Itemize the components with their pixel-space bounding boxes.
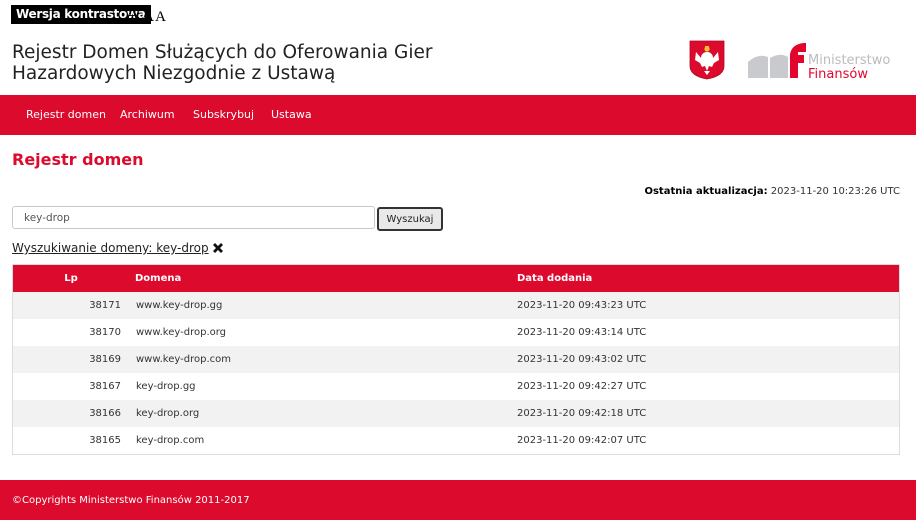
cell-domain: key-drop.gg <box>136 381 196 392</box>
font-size-large-button[interactable]: A <box>125 2 140 26</box>
domain-table: Lp Domena Data dodania 38171 www.key-dro… <box>12 264 900 455</box>
cell-domain: key-drop.org <box>136 408 200 419</box>
cell-domain: key-drop.com <box>136 435 205 446</box>
nav-item-subskrybuj[interactable]: Subskrybuj <box>193 95 254 135</box>
search-result-label[interactable]: Wyszukiwanie domeny: key-drop <box>12 241 209 255</box>
table-row: 38165 key-drop.com 2023-11-20 09:42:07 U… <box>13 427 899 454</box>
font-size-controls: AAA <box>125 2 166 27</box>
ministry-finance-logo-icon <box>748 43 806 78</box>
cell-domain: www.key-drop.org <box>136 327 227 338</box>
cell-lp: 38167 <box>89 381 121 392</box>
ministry-line-1: Ministerstwo <box>808 53 891 68</box>
table-row: 38169 www.key-drop.com 2023-11-20 09:43:… <box>13 346 899 373</box>
cell-lp: 38171 <box>89 300 121 311</box>
table-row: 38166 key-drop.org 2023-11-20 09:42:18 U… <box>13 400 899 427</box>
last-update-label: Ostatnia aktualizacja: <box>644 186 768 197</box>
footer: ©Copyrights Ministerstwo Finansów 2011-2… <box>0 480 916 520</box>
table-row: 38170 www.key-drop.org 2023-11-20 09:43:… <box>13 319 899 346</box>
nav-item-archiwum[interactable]: Archiwum <box>120 95 175 135</box>
cell-domain: www.key-drop.gg <box>136 300 223 311</box>
table-header-row: Lp Domena Data dodania <box>13 265 899 292</box>
cell-lp: 38169 <box>89 354 121 365</box>
font-size-medium-button[interactable]: A <box>141 5 154 25</box>
cell-date: 2023-11-20 09:42:18 UTC <box>517 408 647 419</box>
polish-eagle-emblem-icon <box>689 40 725 80</box>
table-row: 38171 www.key-drop.gg 2023-11-20 09:43:2… <box>13 292 899 319</box>
cell-lp: 38166 <box>89 408 121 419</box>
ministry-line-2: Finansów <box>808 67 868 82</box>
cell-date: 2023-11-20 09:43:02 UTC <box>517 354 647 365</box>
page-title: Rejestr domen <box>12 150 144 169</box>
column-header-date: Data dodania <box>517 273 593 284</box>
font-size-small-button[interactable]: A <box>155 9 166 25</box>
accessibility-bar: Wersja kontrastowa AAA <box>0 0 916 30</box>
cell-date: 2023-11-20 09:43:14 UTC <box>517 327 647 338</box>
table-row: 38167 key-drop.gg 2023-11-20 09:42:27 UT… <box>13 373 899 400</box>
cell-lp: 38165 <box>89 435 121 446</box>
cell-domain: www.key-drop.com <box>136 354 231 365</box>
last-update-value: 2023-11-20 10:23:26 UTC <box>770 186 900 197</box>
nav-item-ustawa[interactable]: Ustawa <box>271 95 312 135</box>
site-title[interactable]: Rejestr Domen Służących do Oferowania Gi… <box>12 42 452 84</box>
cell-lp: 38170 <box>89 327 121 338</box>
search-button[interactable]: Wyszukaj <box>377 207 443 231</box>
close-icon[interactable] <box>211 241 225 255</box>
nav-item-rejestr-domen[interactable]: Rejestr domen <box>26 95 106 135</box>
cell-date: 2023-11-20 09:43:23 UTC <box>517 300 647 311</box>
footer-copyright: ©Copyrights Ministerstwo Finansów 2011-2… <box>12 495 250 506</box>
cell-date: 2023-11-20 09:42:07 UTC <box>517 435 647 446</box>
last-update: Ostatnia aktualizacja: 2023-11-20 10:23:… <box>644 186 900 197</box>
cell-date: 2023-11-20 09:42:27 UTC <box>517 381 647 392</box>
main-navbar: Rejestr domen Archiwum Subskrybuj Ustawa <box>0 95 916 135</box>
search-input[interactable] <box>12 206 375 229</box>
ministry-name: Ministerstwo Finansów <box>808 54 890 82</box>
column-header-lp: Lp <box>64 273 78 284</box>
column-header-domain: Domena <box>135 273 182 284</box>
